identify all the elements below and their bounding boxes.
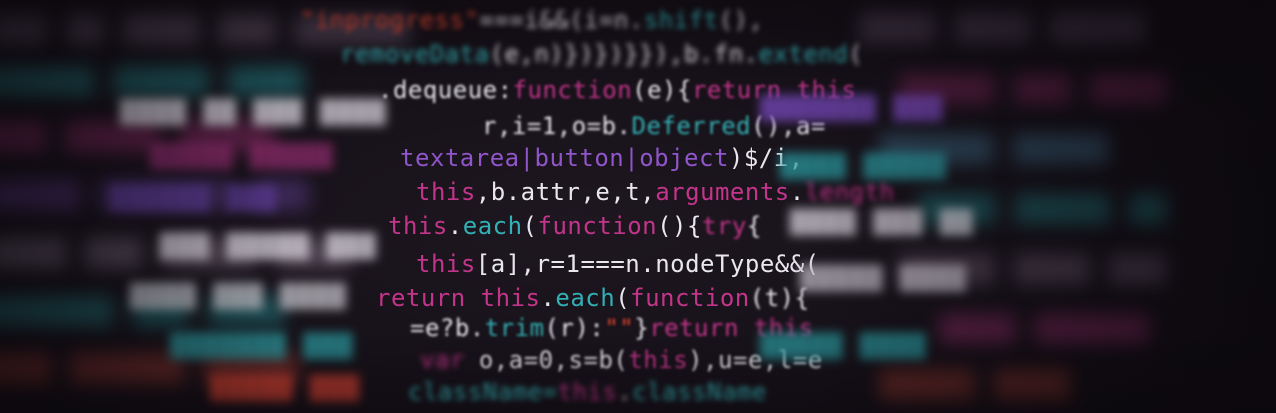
blurred-code-fragment: ▇▇▇▇ ▇▇▇ ▇▇	[790, 206, 974, 236]
blurred-code-fragment: ▇▇▇▇ ▇▇ ▇▇▇ ▇▇▇▇	[120, 96, 387, 126]
blurred-code-bg: ▇▇▇▇ ▇▇▇▇▇▇	[940, 310, 1150, 345]
code-line: className=this.className	[408, 378, 767, 406]
code-line: =e?b.trim(r):""}return this	[410, 314, 814, 342]
code-line: textarea|button|object)$/i,	[400, 144, 804, 172]
blurred-code-fragment: ▇▇▇▇ ▇▇▇▇▇	[780, 150, 947, 180]
blurred-code-fragment: ▇▇▇▇ ▇▇▇ ▇▇▇▇	[130, 280, 347, 310]
code-screen-photo: ▇▇▇ ▇▇ ▇▇▇▇ ▇▇▇ ▇▇▇▇▇▇ ▇▇▇▇▇▇ ▇▇▇▇▇ ▇▇▇▇…	[0, 0, 1276, 413]
blurred-code-fragment: ▇▇▇▇▇ ▇▇▇▇	[800, 262, 967, 292]
blurred-code-fragment: ▇▇▇▇▇▇▇ ▇▇▇	[760, 92, 944, 122]
blurred-code-fragment: ▇▇▇▇▇ ▇▇▇▇▇	[150, 140, 334, 170]
blurred-code-fragment: ▇▇▇▇▇▇ ▇▇▇	[110, 182, 277, 212]
code-line: "inprogress"===i&&(i=n.shift(),	[300, 6, 764, 34]
blurred-code-fragment: ▇▇▇ ▇▇▇▇▇ ▇▇▇	[160, 230, 377, 260]
blurred-code-bg: ▇▇▇▇▇ ▇▇▇▇	[880, 366, 1071, 401]
code-line: this[a],r=1===n.nodeType&&(	[416, 250, 820, 278]
code-line: this.each(function(){try{	[388, 212, 762, 240]
blurred-code-bg: ▇▇▇▇ ▇▇▇▇ ▇▇▇▇▇	[860, 8, 1146, 43]
blurred-code-fragment: ▇▇▇▇▇▇▇ ▇▇▇	[170, 330, 354, 360]
blurred-code-fragment: ▇▇▇▇▇ ▇▇▇▇	[760, 330, 927, 360]
blurred-code-fragment: ▇▇▇▇▇ ▇▇▇	[210, 372, 360, 402]
blurred-code-bg: ▇▇▇▇▇▇ ▇▇▇▇▇ ▇▇▇▇	[0, 62, 305, 97]
code-line: removeData(e,n)})})}}),b.fn.extend(	[340, 40, 864, 68]
code-line: this,b.attr,e,t,arguments.length	[416, 178, 895, 206]
code-line: return this.each(function(t){	[376, 284, 810, 312]
